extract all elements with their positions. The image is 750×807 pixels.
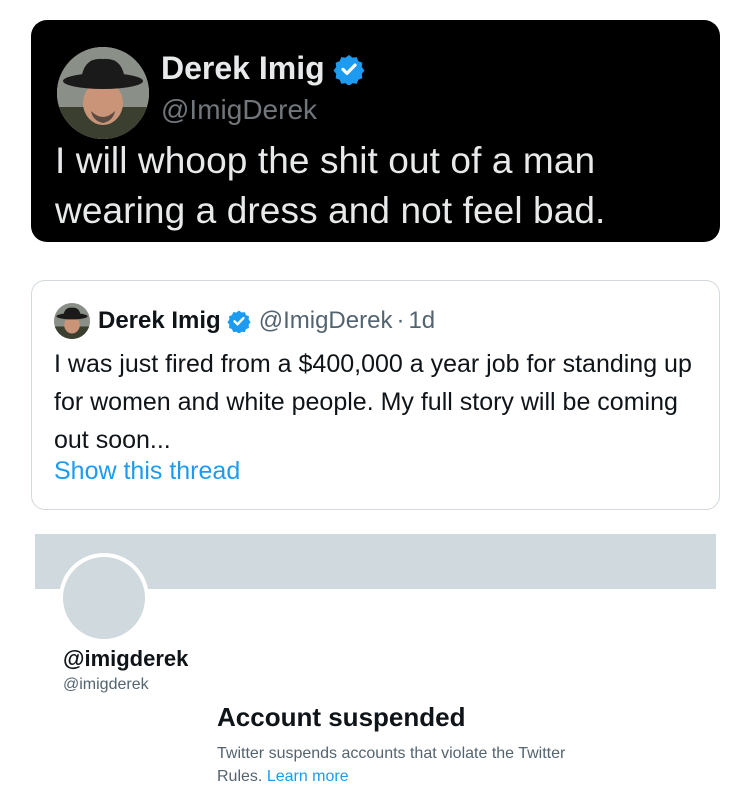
verified-badge-icon	[333, 54, 365, 85]
quoted-author-avatar[interactable]	[54, 303, 90, 339]
verified-badge-icon	[227, 310, 251, 333]
avatar-photo-icon	[54, 303, 90, 339]
separator-dot: ·	[396, 307, 405, 334]
main-tweet-card: Derek Imig @ImigDerek I will whoop the s…	[31, 20, 720, 242]
quoted-tweet-text: I was just fired from a $400,000 a year …	[54, 350, 692, 454]
account-suspended-title: Account suspended	[217, 702, 466, 732]
profile-avatar-placeholder	[59, 553, 149, 643]
show-thread-link[interactable]: Show this thread	[54, 457, 240, 486]
suspended-message: Twitter suspends accounts that violate t…	[217, 742, 577, 788]
avatar-photo-icon	[57, 47, 149, 139]
quoted-author-name[interactable]: Derek Imig	[98, 307, 221, 335]
quoted-author-handle[interactable]: @ImigDerek	[259, 307, 393, 335]
author-name[interactable]: Derek Imig	[161, 50, 325, 87]
profile-display-name: @imigderek	[63, 646, 189, 671]
author-avatar[interactable]	[57, 47, 149, 139]
author-handle[interactable]: @ImigDerek	[161, 94, 317, 126]
learn-more-link[interactable]: Learn more	[267, 768, 349, 785]
tweet-text: I will whoop the shit out of a man weari…	[55, 140, 606, 231]
quoted-tweet-card[interactable]: Derek Imig @ImigDerek · 1d I was just fi…	[31, 280, 720, 510]
profile-handle: @imigderek	[63, 676, 149, 693]
tweet-timestamp[interactable]: 1d	[408, 307, 435, 335]
